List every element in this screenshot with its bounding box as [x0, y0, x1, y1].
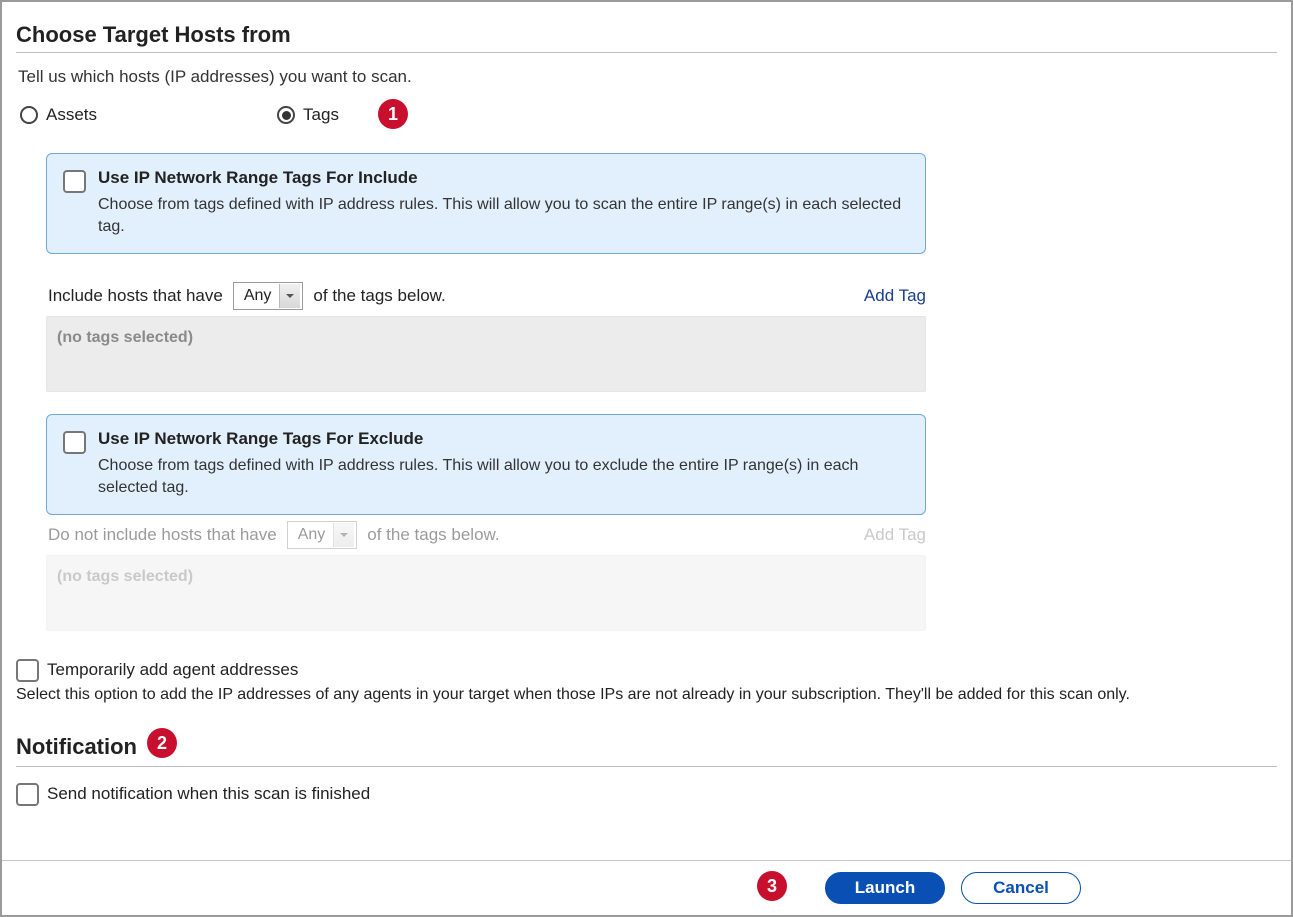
host-source-radio-group: Assets Tags 1: [20, 105, 1275, 125]
exclude-filter-row: Do not include hosts that have Any of th…: [48, 521, 926, 549]
radio-assets-indicator: [20, 106, 38, 124]
radio-assets[interactable]: Assets: [20, 105, 97, 125]
exclude-no-tags-placeholder: (no tags selected): [46, 555, 926, 631]
dialog-footer: 3 Launch Cancel: [2, 860, 1291, 915]
exclude-ip-range-tags-panel: Use IP Network Range Tags For Exclude Ch…: [46, 414, 926, 515]
callout-2: 2: [147, 728, 177, 758]
include-desc: Choose from tags defined with IP address…: [98, 194, 907, 237]
include-no-tags-placeholder: (no tags selected): [46, 316, 926, 392]
section-title-notification: Notification 2: [16, 732, 1277, 767]
section-title-target-hosts: Choose Target Hosts from: [16, 22, 1277, 53]
include-match-select[interactable]: Any: [233, 282, 304, 310]
exclude-ip-range-checkbox[interactable]: [63, 431, 86, 454]
dialog-content: Choose Target Hosts from Tell us which h…: [2, 2, 1291, 806]
include-ip-range-checkbox[interactable]: [63, 170, 86, 193]
radio-tags-label: Tags: [303, 105, 339, 125]
include-title: Use IP Network Range Tags For Include: [98, 168, 907, 188]
exclude-desc: Choose from tags defined with IP address…: [98, 455, 907, 498]
include-text: Use IP Network Range Tags For Include Ch…: [98, 168, 907, 237]
radio-tags[interactable]: Tags: [277, 105, 339, 125]
launch-button[interactable]: Launch: [825, 872, 945, 904]
exclude-filter-post: of the tags below.: [367, 525, 499, 545]
chevron-down-icon: [333, 523, 354, 547]
notify-checkbox[interactable]: [16, 783, 39, 806]
include-filter-pre: Include hosts that have: [48, 286, 223, 306]
include-filter-row: Include hosts that have Any of the tags …: [48, 282, 926, 310]
include-filter-left: Include hosts that have Any of the tags …: [48, 282, 446, 310]
temp-agent-label: Temporarily add agent addresses: [47, 660, 298, 680]
callout-3: 3: [757, 871, 787, 901]
exclude-match-select: Any: [287, 521, 358, 549]
dialog: Choose Target Hosts from Tell us which h…: [0, 0, 1293, 917]
exclude-filter-left: Do not include hosts that have Any of th…: [48, 521, 500, 549]
notify-label: Send notification when this scan is fini…: [47, 784, 370, 804]
include-add-tag-link[interactable]: Add Tag: [864, 286, 926, 306]
callout-1: 1: [378, 99, 408, 129]
exclude-add-tag-link: Add Tag: [864, 525, 926, 545]
include-ip-range-tags-panel: Use IP Network Range Tags For Include Ch…: [46, 153, 926, 254]
temp-agent-addresses-row: Temporarily add agent addresses: [16, 657, 1277, 682]
notify-row: Send notification when this scan is fini…: [16, 781, 1277, 806]
exclude-title: Use IP Network Range Tags For Exclude: [98, 429, 907, 449]
exclude-match-select-value: Any: [298, 526, 326, 544]
temp-agent-checkbox[interactable]: [16, 659, 39, 682]
temp-agent-desc: Select this option to add the IP address…: [16, 686, 1277, 704]
tag-configuration-area: Use IP Network Range Tags For Include Ch…: [46, 153, 926, 631]
exclude-text: Use IP Network Range Tags For Exclude Ch…: [98, 429, 907, 498]
exclude-filter-pre: Do not include hosts that have: [48, 525, 277, 545]
include-filter-post: of the tags below.: [313, 286, 445, 306]
section-title-notification-text: Notification: [16, 734, 137, 760]
cancel-button[interactable]: Cancel: [961, 872, 1081, 904]
section-subtitle: Tell us which hosts (IP addresses) you w…: [18, 67, 1277, 87]
chevron-down-icon: [279, 284, 300, 308]
section-title-text: Choose Target Hosts from: [16, 22, 291, 48]
radio-assets-label: Assets: [46, 105, 97, 125]
include-match-select-value: Any: [244, 287, 272, 305]
radio-tags-indicator: [277, 106, 295, 124]
